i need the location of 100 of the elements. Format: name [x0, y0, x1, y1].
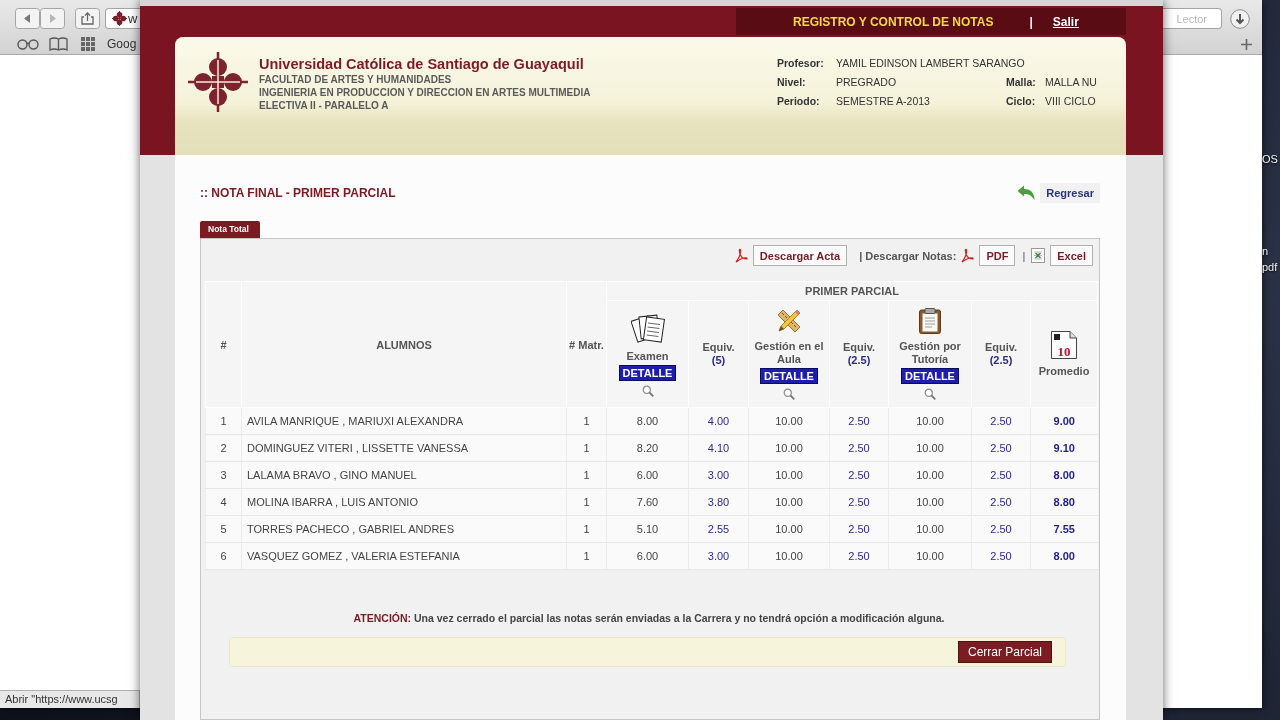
column-weight: (2.5) — [988, 354, 1014, 367]
separator-text: | — [1029, 14, 1033, 29]
forward-icon[interactable] — [40, 8, 65, 29]
back-icon[interactable] — [15, 8, 40, 29]
table-cell: 5 — [205, 515, 242, 543]
table-cell: 10.00 — [888, 407, 972, 435]
table-cell: 2.50 — [971, 488, 1031, 516]
table-cell: 2.50 — [829, 542, 889, 570]
table-cell: 10.00 — [888, 461, 972, 489]
info-value: PREGRADO — [836, 75, 898, 88]
info-label: Ciclo: — [1006, 94, 1037, 107]
pencil-ruler-icon — [776, 308, 802, 334]
table-cell: 9.00 — [1030, 407, 1098, 435]
table-cell: 4.10 — [688, 434, 749, 462]
table-cell: 8.20 — [606, 434, 689, 462]
table-cell: 3.00 — [688, 461, 749, 489]
info-value: VIII CICLO — [1045, 94, 1097, 107]
info-label: Periodo: — [777, 94, 821, 107]
table-cell: 2.50 — [971, 461, 1031, 489]
table-cell: 6.00 — [606, 542, 689, 570]
table-cell: 8.00 — [1030, 542, 1098, 570]
column-label: Examen — [626, 349, 669, 363]
curved-arrow-icon[interactable] — [1017, 185, 1036, 201]
papers-icon — [630, 311, 665, 344]
desktop-icon-label[interactable]: OS — [1262, 153, 1278, 166]
magnifier-icon — [641, 384, 654, 397]
grid-icon[interactable] — [81, 37, 95, 51]
table-cell: TORRES PACHECO , GABRIEL ANDRES — [241, 515, 567, 543]
table-cell: 2.50 — [971, 434, 1031, 462]
table-cell: DOMINGUEZ VITERI , LISSETTE VANESSA — [241, 434, 567, 462]
table-cell: 3.00 — [688, 542, 749, 570]
close-partial-button[interactable]: Cerrar Parcial — [958, 641, 1052, 663]
table-cell: AVILA MANRIQUE , MARIUXI ALEXANDRA — [241, 407, 567, 435]
table-cell: 9.10 — [1030, 434, 1098, 462]
bookmark-link[interactable]: Goog — [107, 37, 137, 51]
detail-button[interactable]: DETALLE — [760, 368, 818, 384]
status-bar: Abrir "https://www.ucsg — [0, 690, 140, 708]
table-cell: 1 — [566, 488, 607, 516]
header-line: FACULTAD DE ARTES Y HUMANIDADES — [259, 73, 453, 86]
table-cell: 8.80 — [1030, 488, 1098, 516]
table-cell: 4 — [205, 488, 242, 516]
table-cell: 10.00 — [748, 461, 830, 489]
notice-label: ATENCIÓN: — [353, 612, 412, 624]
table-cell: 2.50 — [829, 434, 889, 462]
table-cell: 2 — [205, 434, 242, 462]
info-value: YAMIL EDINSON LAMBERT SARANGO — [836, 56, 1026, 69]
table-cell: 2.50 — [829, 515, 889, 543]
info-value: SEMESTRE A-2013 — [836, 94, 931, 107]
column-header: # Matr. — [566, 281, 607, 408]
pdf-button[interactable]: PDF — [979, 245, 1016, 266]
detail-button[interactable]: DETALLE — [901, 368, 959, 384]
table-cell: 7.60 — [606, 488, 689, 516]
table-cell: 1 — [566, 542, 607, 570]
book-icon[interactable] — [49, 37, 68, 51]
table-cell: 10.00 — [888, 488, 972, 516]
group-header: PRIMER PARCIAL — [606, 281, 1098, 301]
back-link[interactable]: Regresar — [1040, 183, 1100, 203]
header-line: ELECTIVA II - PARALELO A — [259, 99, 390, 112]
table-cell: 10.00 — [748, 407, 830, 435]
table-cell: 1 — [205, 407, 242, 435]
column-header: ALUMNOS — [241, 281, 567, 408]
download-button[interactable]: Descargar Acta — [752, 245, 848, 266]
info-value: MALLA NU — [1045, 75, 1098, 88]
download-icon[interactable] — [1230, 8, 1250, 29]
address-field[interactable]: w — [105, 8, 140, 29]
table-cell: 10.00 — [748, 434, 830, 462]
table-cell: 10.00 — [888, 515, 972, 543]
university-name: Universidad Católica de Santiago de Guayaquil — [259, 55, 585, 73]
header-line: INGENIERIA EN PRODUCCION Y DIRECCION EN ARTES MULTIMEDIA — [259, 86, 591, 99]
address-text: w — [128, 11, 138, 26]
desktop-icon-label[interactable]: pdf — [1262, 261, 1278, 274]
magnifier-icon — [783, 388, 795, 400]
column-header: # — [205, 281, 242, 408]
table-cell: 3 — [205, 461, 242, 489]
share-icon[interactable] — [75, 8, 100, 29]
column-label: Equiv. — [701, 341, 736, 354]
page-title: :: NOTA FINAL - PRIMER PARCIAL — [200, 186, 396, 200]
table-cell: 10.00 — [748, 488, 830, 516]
desktop-icon-label[interactable]: n — [1262, 245, 1269, 258]
info-label: Malla: — [1006, 75, 1037, 88]
magnifier-icon — [924, 388, 936, 400]
detail-button[interactable]: DETALLE — [618, 364, 677, 381]
tab[interactable]: Nota Total — [200, 221, 260, 238]
table-cell: 1 — [566, 461, 607, 489]
excel-button[interactable]: Excel — [1050, 245, 1093, 266]
column-label: Promedio — [1038, 364, 1090, 378]
logout-link[interactable]: Salir — [1052, 14, 1079, 29]
glasses-icon[interactable] — [17, 38, 39, 50]
pdf-icon — [733, 247, 748, 264]
table-cell: VASQUEZ GOMEZ , VALERIA ESTEFANIA — [241, 542, 567, 570]
notice-text: Una vez cerrado el parcial las notas serán enviadas a la Carrera y no tendrá opción a modificación alguna. — [414, 612, 945, 624]
table-cell: 6 — [205, 542, 242, 570]
document-number-icon: 10 — [1051, 330, 1077, 359]
table-cell: 8.00 — [1030, 461, 1098, 489]
plus-icon[interactable] — [1241, 38, 1252, 50]
info-label: Nivel: — [777, 75, 807, 88]
column-label: Equiv. — [983, 341, 1019, 354]
table-cell: 2.50 — [829, 488, 889, 516]
table-cell: 2.50 — [829, 461, 889, 489]
table-cell: 2.50 — [971, 515, 1031, 543]
